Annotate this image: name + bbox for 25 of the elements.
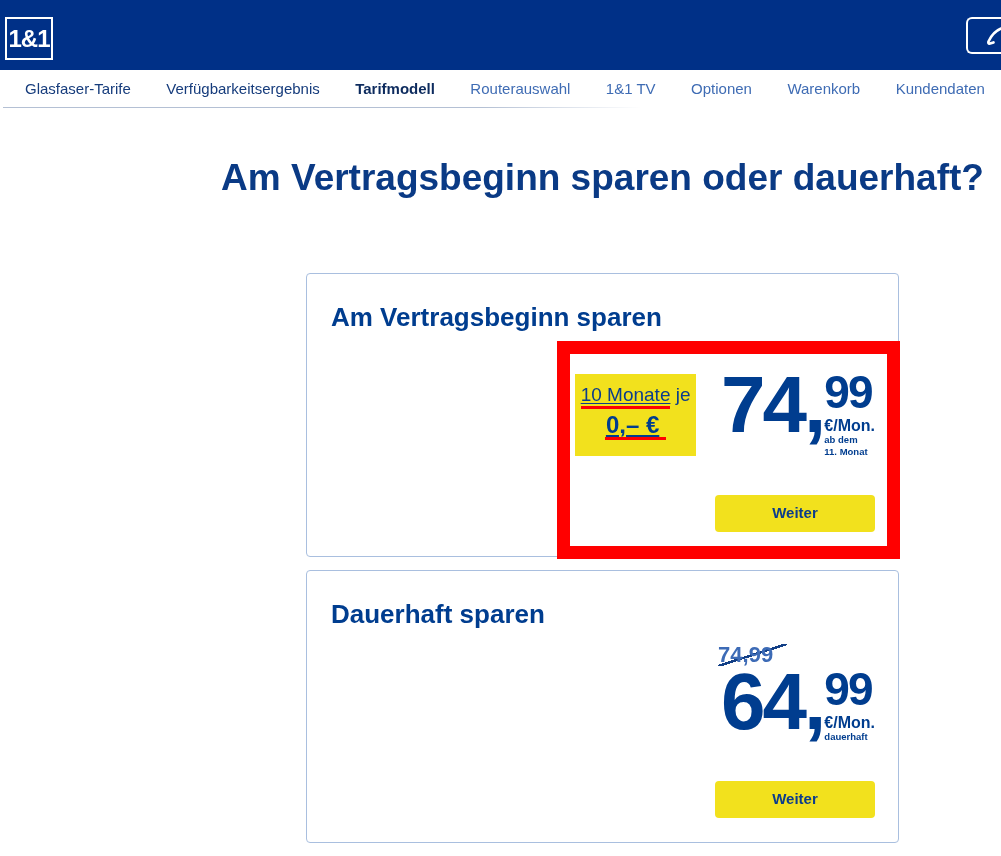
step-tab[interactable]: Routerauswahl (470, 79, 571, 98)
price-note: dauerhaft (824, 731, 868, 743)
price-unit: €/Mon. (824, 713, 875, 732)
step-tab[interactable]: Warenkorb (787, 79, 861, 98)
price-unit: €/Mon. (824, 416, 875, 435)
step-tab[interactable]: Tarifmodell (355, 79, 435, 98)
price-note: ab dem 11. Monat (824, 434, 868, 458)
continue-button[interactable]: Weiter (715, 780, 875, 818)
phone-icon (986, 26, 1001, 45)
offer-title: Am Vertragsbeginn sparen (331, 301, 663, 334)
phone-button[interactable] (966, 17, 1001, 54)
step-tab[interactable]: Glasfaser-Tarife (25, 79, 131, 98)
page-heading: Am Vertragsbeginn sparen oder dauerhaft? (220, 156, 985, 200)
promo-amount: 0,– € (604, 411, 667, 440)
offer-title: Dauerhaft sparen (331, 598, 546, 631)
promo-text: 10 Monate je (580, 384, 691, 409)
step-tab[interactable]: 1&1 TV (605, 79, 656, 98)
logo[interactable]: 1&1 (5, 17, 53, 60)
promo-link[interactable]: 10 Monate (580, 384, 671, 409)
price-cents: 99 (824, 669, 872, 711)
price-cents: 99 (824, 372, 872, 414)
step-tab[interactable]: Optionen (691, 79, 752, 98)
step-tab[interactable]: Kundendaten (895, 79, 985, 98)
continue-button[interactable]: Weiter (715, 495, 875, 533)
step-tab[interactable]: Verfügbarkeitsergebnis (166, 79, 320, 98)
